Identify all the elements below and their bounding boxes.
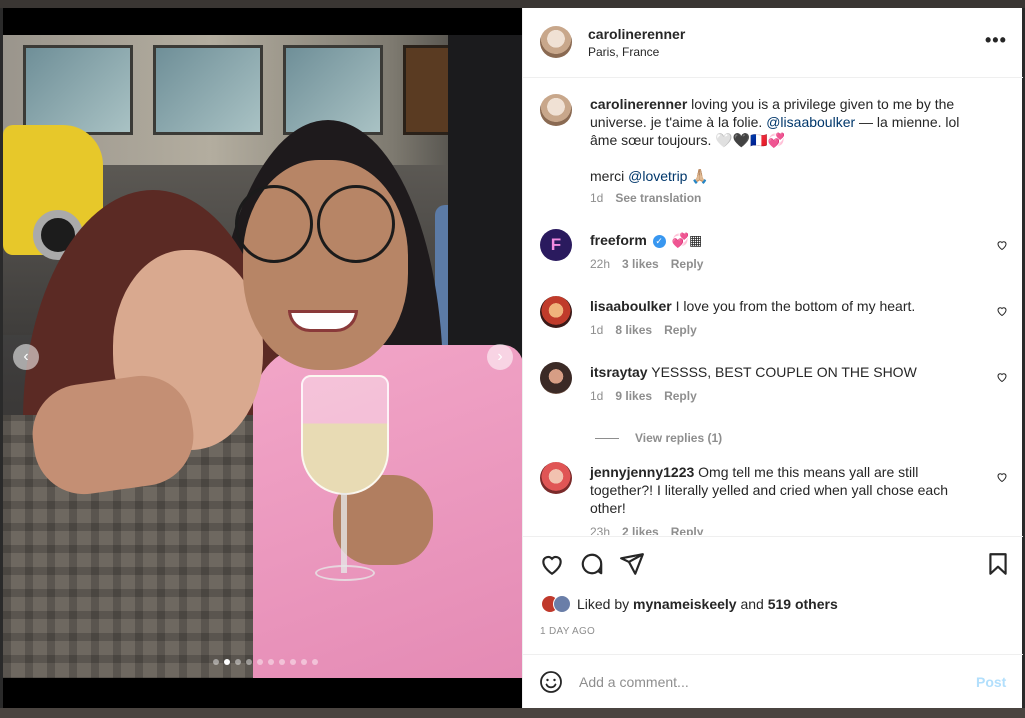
comment-likes-link[interactable]: 3 likes [622,257,659,271]
verified-badge-icon: ✓ [652,234,666,248]
comment-username[interactable]: jennyjenny1223 [590,464,694,480]
bookmark-icon[interactable] [985,551,1011,577]
comment-meta: 1d 8 likes Reply [590,323,697,337]
comment-meta: 22h 3 likes Reply [590,257,704,271]
carousel-dot [213,659,219,665]
carousel-dot [246,659,252,665]
caption-second-line: merci @lovetrip 🙏🏼 [590,168,709,184]
avatar[interactable] [540,296,572,328]
comment-text: freeform ✓ 💞▦ [590,232,703,248]
caption-username[interactable]: carolinerenner [590,96,687,112]
post-timestamp[interactable]: 1 DAY AGO [540,626,595,637]
comment-likes-link[interactable]: 2 likes [622,525,659,535]
comment-text: jennyjenny1223 Omg tell me this means ya… [590,464,948,516]
carousel-dot [268,659,274,665]
carousel-next-button[interactable]: › [487,344,513,370]
carousel-dot [301,659,307,665]
reply-button[interactable]: Reply [664,323,697,337]
comment-text: itsraytay YESSSS, BEST COUPLE ON THE SHO… [590,364,917,380]
post-comment-button[interactable]: Post [976,674,1006,690]
avatar[interactable] [540,26,572,58]
carousel-dot [257,659,263,665]
post-side-panel: carolinerenner Paris, France ••• carolin… [522,8,1023,708]
comment-username[interactable]: itsraytay [590,364,648,380]
post-actions: Liked by mynameiskeely and 519 others 1 … [523,536,1023,656]
comment-meta: 23h 2 likes Reply [590,525,703,535]
carousel-indicator [213,659,318,665]
mention-link[interactable]: @lisaaboulker [766,114,855,130]
post-media: ‹ › [3,8,522,708]
add-comment-bar: Post [523,654,1023,708]
avatar[interactable] [540,462,572,494]
avatar[interactable] [540,362,572,394]
comment-like-heart-icon[interactable] [996,371,1008,383]
backdrop-bottom [0,708,1025,718]
carousel-dot [279,659,285,665]
comment-likes-link[interactable]: 9 likes [615,389,652,403]
comment-like-heart-icon[interactable] [996,471,1008,483]
comment-username[interactable]: freeform [590,232,647,248]
more-options-button[interactable]: ••• [985,30,1007,51]
reply-button[interactable]: Reply [664,389,697,403]
reply-button[interactable]: Reply [671,525,704,535]
caption-time: 1d [590,191,604,205]
avatar[interactable]: F [540,229,572,261]
liked-by: Liked by mynameiskeely and 519 others [541,595,838,613]
comment-like-heart-icon[interactable] [996,305,1008,317]
send-icon[interactable] [619,551,645,577]
comment-meta: 1d 9 likes Reply [590,389,697,403]
carousel-dot [224,659,230,665]
post-header: carolinerenner Paris, France ••• [523,8,1023,78]
view-replies-button[interactable]: View replies (1) [595,431,722,445]
comment-username[interactable]: lisaaboulker [590,298,672,314]
emoji-icon[interactable] [539,670,563,694]
comment-text: lisaaboulker I love you from the bottom … [590,298,916,314]
carousel-dot [312,659,318,665]
caption-meta: 1d See translation [590,191,701,205]
heart-icon[interactable] [539,551,565,577]
mention-link[interactable]: @lovetrip [628,168,687,184]
carousel-dot [235,659,241,665]
comment-icon[interactable] [579,551,605,577]
replies-divider [595,437,619,439]
post-author-username[interactable]: carolinerenner [588,26,685,42]
see-translation-link[interactable]: See translation [615,191,701,205]
reply-button[interactable]: Reply [671,257,704,271]
comments-list[interactable]: carolinerenner loving you is a privilege… [523,79,1023,535]
comment-like-heart-icon[interactable] [996,239,1008,251]
post-location[interactable]: Paris, France [588,45,659,59]
liked-by-others-link[interactable]: 519 others [768,596,838,612]
backdrop-top [0,0,1025,8]
avatar [553,595,571,613]
avatar[interactable] [540,94,572,126]
post-photo [3,35,522,678]
comment-input[interactable] [579,671,959,693]
liked-by-user-link[interactable]: mynameiskeely [633,596,737,612]
caption-text: carolinerenner loving you is a privilege… [590,96,960,148]
carousel-prev-button[interactable]: ‹ [13,344,39,370]
carousel-dot [290,659,296,665]
comment-likes-link[interactable]: 8 likes [615,323,652,337]
